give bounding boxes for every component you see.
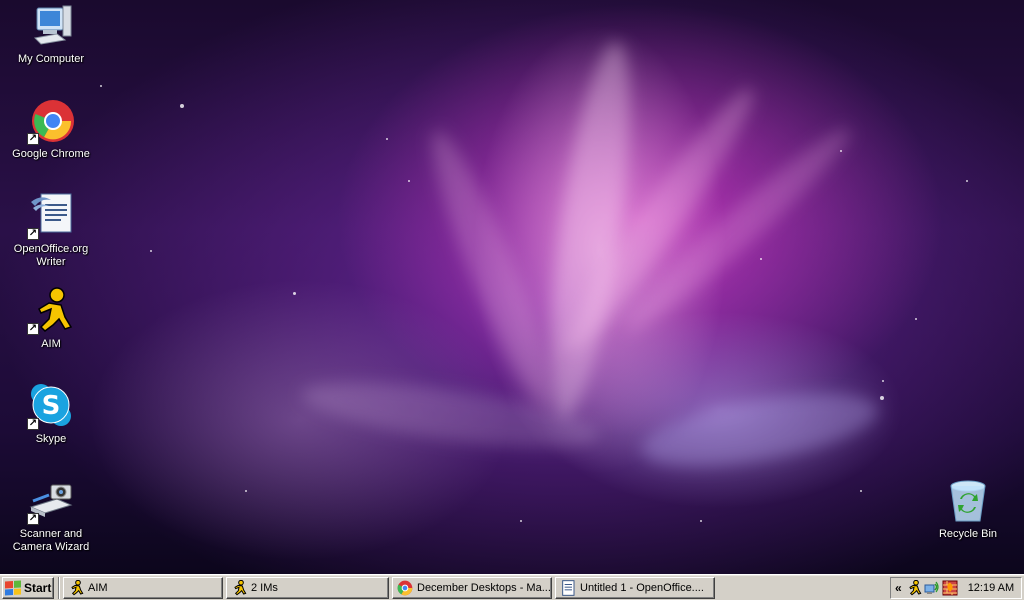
shortcut-arrow-icon: ↗ (27, 323, 39, 335)
desktop-icon-my-computer[interactable]: My Computer (6, 2, 96, 66)
taskbar-separator (58, 576, 60, 599)
task-label: AIM (88, 581, 108, 594)
taskbar-button-chrome[interactable]: December Desktops - Ma... (392, 576, 552, 599)
desktop-icon-label: AIM (41, 338, 61, 350)
network-icon[interactable] (924, 580, 940, 596)
desktop-icon-google-chrome[interactable]: ↗ Google Chrome (6, 97, 96, 161)
desktop-icon-aim[interactable]: ↗ AIM (6, 287, 96, 351)
desktop-icon-recycle-bin[interactable]: Recycle Bin (923, 477, 1013, 541)
task-label: Untitled 1 - OpenOffice.... (580, 581, 704, 594)
aim-icon (231, 579, 247, 596)
desktop[interactable]: My Computer ↗ Google Chrome ↗ OpenOffice… (0, 0, 1024, 574)
aim-icon (68, 579, 84, 596)
system-tray: « 12:19 AM (890, 577, 1022, 599)
shortcut-arrow-icon: ↗ (27, 228, 39, 240)
my-computer-icon (27, 2, 75, 50)
taskbar-button-openoffice[interactable]: Untitled 1 - OpenOffice.... (555, 576, 715, 599)
scanner-camera-icon: ↗ (27, 477, 75, 525)
desktop-icon-label: OpenOffice.org Writer (13, 243, 89, 268)
desktop-icon-skype[interactable]: S ↗ Skype (6, 382, 96, 446)
skype-icon: S ↗ (27, 382, 75, 430)
start-label: Start (24, 580, 52, 595)
shortcut-arrow-icon: ↗ (27, 133, 39, 145)
recycle-bin-icon (944, 477, 992, 525)
openoffice-writer-icon (560, 579, 576, 596)
shortcut-arrow-icon: ↗ (27, 418, 39, 430)
desktop-icon-openoffice-writer[interactable]: ↗ OpenOffice.org Writer (6, 192, 96, 269)
taskbar-button-2-ims[interactable]: 2 IMs (226, 576, 389, 599)
desktop-icon-label: Skype (35, 433, 67, 445)
shortcut-arrow-icon: ↗ (27, 513, 39, 525)
windows-logo-icon (5, 579, 21, 596)
desktop-icon-label: My Computer (17, 53, 85, 65)
firewall-icon[interactable] (942, 580, 958, 596)
taskbar-button-aim[interactable]: AIM (63, 576, 223, 599)
openoffice-writer-icon: ↗ (27, 192, 75, 240)
clock[interactable]: 12:19 AM (968, 582, 1014, 594)
desktop-icon-scanner-camera-wizard[interactable]: ↗ Scanner and Camera Wizard (6, 477, 96, 554)
chrome-icon: ↗ (27, 97, 75, 145)
svg-text:S: S (42, 391, 61, 421)
desktop-icon-label: Google Chrome (12, 148, 90, 160)
desktop-icon-label: Scanner and Camera Wizard (12, 528, 90, 553)
taskbar: Start AIM 2 IMs December Desktops - Ma..… (0, 574, 1024, 600)
chrome-icon (397, 580, 413, 596)
aim-icon: ↗ (27, 287, 75, 335)
show-hidden-icons-button[interactable]: « (895, 581, 902, 595)
task-label: 2 IMs (251, 581, 278, 594)
task-label: December Desktops - Ma... (417, 581, 551, 594)
start-button[interactable]: Start (2, 576, 54, 599)
desktop-icon-label: Recycle Bin (938, 528, 998, 540)
aim-tray-icon[interactable] (906, 579, 922, 596)
